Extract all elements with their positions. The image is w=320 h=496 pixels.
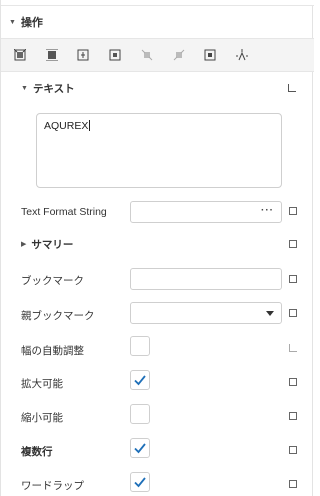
collapse-triangle-icon: ▼ — [21, 84, 28, 92]
reset-icon[interactable] — [288, 84, 296, 92]
can-grow-checkbox[interactable] — [130, 370, 150, 390]
align-center-icon[interactable] — [45, 48, 59, 62]
text-format-string-label: Text Format String — [21, 206, 107, 218]
align-left-icon[interactable] — [13, 48, 27, 62]
reset-icon[interactable] — [289, 446, 297, 454]
text-section-title: テキスト — [32, 82, 75, 95]
reset-icon[interactable] — [289, 275, 297, 283]
collapse-triangle-icon: ▼ — [9, 18, 16, 26]
text-value-field[interactable]: AQUREX — [36, 113, 282, 188]
multiline-label: 複数行 — [21, 445, 53, 458]
parent-bookmark-label: 親ブックマーク — [21, 309, 95, 322]
word-wrap-label: ワードラップ — [21, 479, 84, 492]
reset-icon[interactable] — [289, 480, 297, 488]
align-middle-icon[interactable] — [140, 48, 154, 62]
reset-icon[interactable] — [289, 240, 297, 248]
reset-icon[interactable] — [289, 207, 297, 215]
multiline-checkbox[interactable] — [130, 438, 150, 458]
align-toolbar — [1, 38, 314, 72]
can-shrink-checkbox[interactable] — [130, 404, 150, 424]
summary-section-header[interactable]: ▶ サマリー — [21, 236, 73, 252]
align-top-icon[interactable] — [108, 48, 122, 62]
chevron-down-icon — [266, 311, 274, 316]
section-header-actions[interactable]: ▼ 操作 — [9, 14, 43, 30]
parent-bookmark-dropdown[interactable] — [130, 302, 282, 324]
distribute-icon[interactable] — [235, 48, 249, 62]
text-caret — [89, 120, 91, 131]
reset-icon[interactable] — [289, 412, 297, 420]
ellipsis-button[interactable]: ··· — [261, 205, 274, 216]
properties-panel: ▼ 操作 ▼ テキスト AQUREX Text Format String ··… — [0, 0, 314, 496]
check-icon — [134, 477, 146, 488]
bookmark-field[interactable] — [130, 268, 282, 290]
reset-icon[interactable] — [289, 378, 297, 386]
align-right-icon[interactable] — [76, 48, 90, 62]
section-title: 操作 — [20, 17, 43, 29]
text-format-string-field[interactable]: ··· — [130, 201, 282, 223]
reset-icon[interactable] — [289, 344, 297, 352]
center-frame-icon[interactable] — [203, 48, 217, 62]
summary-section-title: サマリー — [31, 238, 74, 251]
can-grow-label: 拡大可能 — [21, 377, 63, 390]
expand-triangle-icon: ▶ — [21, 241, 27, 248]
align-bottom-icon[interactable] — [172, 48, 186, 62]
text-value: AQUREX — [44, 120, 89, 132]
auto-width-checkbox[interactable] — [130, 336, 150, 356]
panel-top-divider — [1, 0, 314, 6]
can-shrink-label: 縮小可能 — [21, 411, 63, 424]
reset-icon[interactable] — [289, 309, 297, 317]
auto-width-label: 幅の自動調整 — [21, 344, 84, 357]
check-icon — [134, 375, 146, 386]
word-wrap-checkbox[interactable] — [130, 472, 150, 492]
text-section-header[interactable]: ▼ テキスト — [21, 80, 75, 96]
bookmark-label: ブックマーク — [21, 274, 84, 287]
check-icon — [134, 443, 146, 454]
